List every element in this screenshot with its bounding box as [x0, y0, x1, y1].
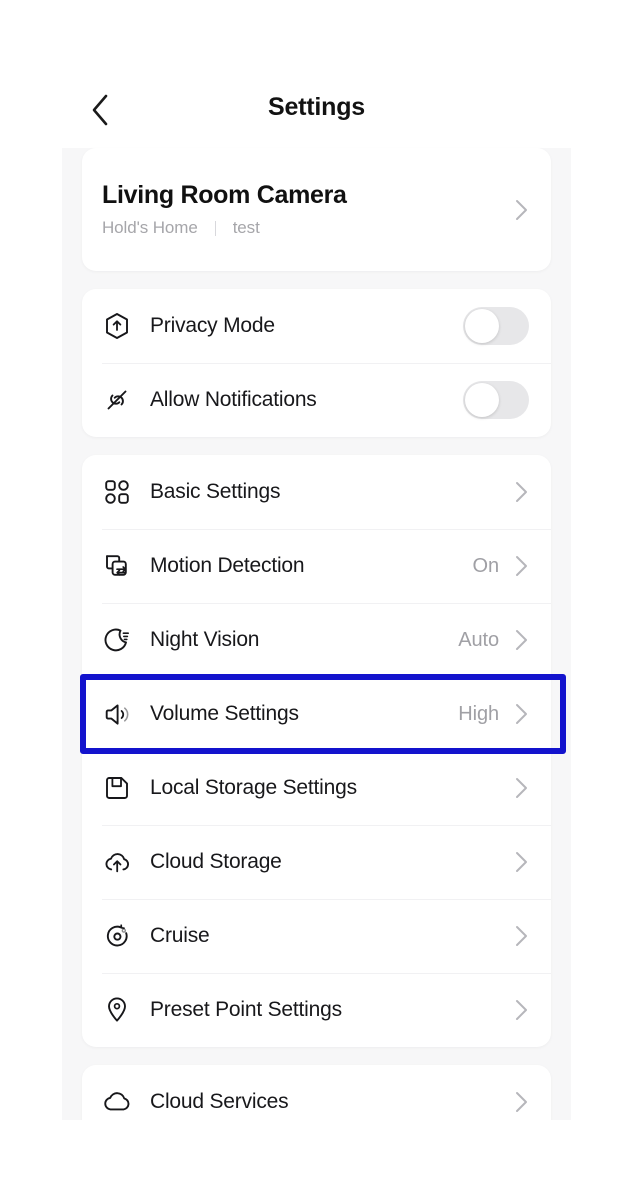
chevron-right-icon	[515, 926, 527, 946]
row-chevron	[513, 851, 529, 873]
row-value: High	[458, 702, 499, 725]
toggle-knob	[465, 309, 499, 343]
phone-viewport: Settings Living Room Camera Hold's Home …	[62, 0, 571, 1120]
row-label: Night Vision	[150, 628, 260, 651]
navigation-bar: Settings	[62, 0, 571, 148]
chevron-right-icon	[515, 1092, 527, 1112]
chevron-right-icon	[515, 778, 527, 798]
row-chevron	[513, 629, 529, 651]
chevron-right-icon	[515, 556, 527, 576]
allow-notifications-toggle[interactable]	[463, 381, 529, 419]
device-room-name: test	[232, 218, 260, 238]
row-allow-notifications[interactable]: Allow Notifications	[82, 363, 551, 437]
row-preset-point-settings[interactable]: Preset Point Settings	[82, 973, 551, 1047]
device-info: Living Room Camera Hold's Home test	[102, 181, 513, 239]
row-label: Cloud Storage	[150, 850, 282, 873]
location-pin-icon	[102, 995, 132, 1025]
row-chevron	[513, 555, 529, 577]
device-header-card[interactable]: Living Room Camera Hold's Home test	[82, 148, 551, 271]
toggle-knob	[465, 383, 499, 417]
row-label: Motion Detection	[150, 554, 305, 577]
chevron-right-icon	[515, 199, 527, 220]
notification-muted-icon	[102, 385, 132, 415]
chevron-right-icon	[515, 630, 527, 650]
row-label: Basic Settings	[150, 480, 281, 503]
row-chevron	[513, 777, 529, 799]
cruise-rotate-icon	[102, 921, 132, 951]
row-night-vision[interactable]: Night Vision Auto	[82, 603, 551, 677]
row-label: Preset Point Settings	[150, 998, 342, 1021]
row-label: Privacy Mode	[150, 314, 275, 337]
camera-settings-card: Basic Settings Motion Detection On Night…	[82, 455, 551, 1047]
row-chevron	[513, 703, 529, 725]
row-chevron	[513, 1091, 529, 1113]
row-value: Auto	[458, 628, 499, 651]
privacy-mode-toggle[interactable]	[463, 307, 529, 345]
grid-apps-icon	[102, 477, 132, 507]
chevron-right-icon	[515, 704, 527, 724]
chevron-right-icon	[515, 482, 527, 502]
app-screenshot: Settings Living Room Camera Hold's Home …	[0, 0, 633, 1200]
row-basic-settings[interactable]: Basic Settings	[82, 455, 551, 529]
device-home-name: Hold's Home	[102, 218, 198, 238]
row-chevron	[513, 925, 529, 947]
privacy-shield-icon	[102, 311, 132, 341]
row-volume-settings[interactable]: Volume Settings High	[82, 677, 551, 751]
row-chevron	[513, 999, 529, 1021]
page-title: Settings	[267, 93, 366, 121]
row-cloud-services[interactable]: Cloud Services	[82, 1065, 551, 1120]
chevron-right-icon	[515, 1000, 527, 1020]
cloud-icon	[102, 1087, 132, 1117]
cloud-services-card: Cloud Services	[82, 1065, 551, 1120]
row-label: Local Storage Settings	[150, 776, 357, 799]
floppy-disk-icon	[102, 773, 132, 803]
row-label: Cruise	[150, 924, 210, 947]
device-card-chevron	[513, 199, 529, 221]
moon-icon	[102, 625, 132, 655]
toggles-card: Privacy Mode Allow Notifications	[82, 289, 551, 437]
row-local-storage-settings[interactable]: Local Storage Settings	[82, 751, 551, 825]
speaker-volume-icon	[102, 699, 132, 729]
row-motion-detection[interactable]: Motion Detection On	[82, 529, 551, 603]
chevron-right-icon	[515, 852, 527, 872]
row-cruise[interactable]: Cruise	[82, 899, 551, 973]
motion-detection-icon	[102, 551, 132, 581]
row-value: On	[472, 554, 500, 577]
row-label: Cloud Services	[150, 1090, 289, 1113]
row-label: Volume Settings	[150, 702, 299, 725]
row-label: Allow Notifications	[150, 388, 317, 411]
meta-divider	[214, 220, 216, 236]
device-name: Living Room Camera	[102, 180, 347, 209]
row-chevron	[513, 481, 529, 503]
row-cloud-storage[interactable]: Cloud Storage	[82, 825, 551, 899]
cloud-upload-icon	[102, 847, 132, 877]
row-privacy-mode[interactable]: Privacy Mode	[82, 289, 551, 363]
device-location: Hold's Home test	[102, 218, 513, 238]
